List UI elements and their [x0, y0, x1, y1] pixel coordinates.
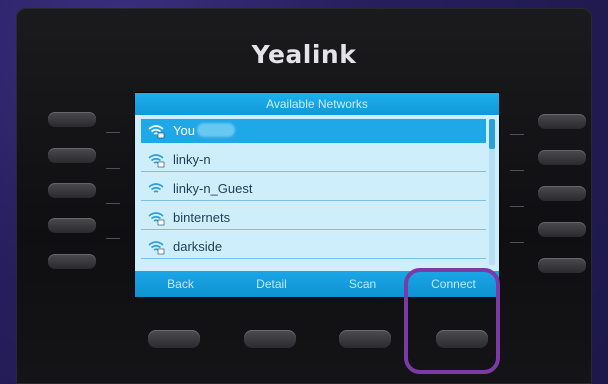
- network-item[interactable]: darkside: [141, 235, 486, 259]
- wifi-lock-icon: [148, 124, 165, 138]
- line-key-tick: [106, 238, 120, 239]
- network-item[interactable]: linky-n_Guest: [141, 177, 486, 201]
- network-ssid: linky-n: [173, 152, 211, 167]
- softkey-button-3[interactable]: [339, 330, 391, 348]
- line-key-tick: [106, 132, 120, 133]
- line-key-left-3[interactable]: [48, 183, 96, 198]
- line-key-left-5[interactable]: [48, 254, 96, 269]
- screen-title: Available Networks: [135, 93, 499, 115]
- network-item[interactable]: linky-n: [141, 148, 486, 172]
- network-ssid: linky-n_Guest: [173, 181, 253, 196]
- line-key-left-2[interactable]: [48, 148, 96, 163]
- line-key-tick: [510, 170, 524, 171]
- line-key-tick: [510, 206, 524, 207]
- line-key-right-5[interactable]: [538, 258, 586, 273]
- softkey-scan[interactable]: Scan: [323, 277, 403, 291]
- softkey-button-1[interactable]: [148, 330, 200, 348]
- line-key-tick: [510, 134, 524, 135]
- network-ssid: binternets: [173, 210, 231, 225]
- network-ssid: You: [173, 123, 195, 138]
- line-key-left-1[interactable]: [48, 112, 96, 127]
- connect-highlight-box: [404, 268, 500, 374]
- line-key-tick: [106, 203, 120, 204]
- scroll-thumb[interactable]: [489, 119, 495, 149]
- wifi-icon: [148, 182, 164, 193]
- line-key-right-1[interactable]: [538, 114, 586, 129]
- wifi-lock-icon: [148, 153, 165, 167]
- softkey-button-2[interactable]: [244, 330, 296, 348]
- line-key-tick: [510, 242, 524, 243]
- redacted-text: [197, 123, 235, 137]
- wifi-lock-icon: [148, 211, 165, 225]
- line-key-right-3[interactable]: [538, 186, 586, 201]
- line-key-right-4[interactable]: [538, 222, 586, 237]
- line-key-left-4[interactable]: [48, 218, 96, 233]
- softkey-back[interactable]: Back: [141, 277, 221, 291]
- wifi-lock-icon: [148, 240, 165, 254]
- network-item[interactable]: You: [141, 119, 486, 143]
- softkey-detail[interactable]: Detail: [232, 277, 312, 291]
- brand-logo: Yealink: [251, 40, 357, 69]
- network-item[interactable]: binternets: [141, 206, 486, 230]
- line-key-tick: [106, 168, 120, 169]
- network-ssid: darkside: [173, 239, 223, 254]
- network-list: You linky-n linky-n_Guest binternets dar…: [141, 119, 486, 264]
- scrollbar[interactable]: [489, 119, 495, 265]
- line-key-right-2[interactable]: [538, 150, 586, 165]
